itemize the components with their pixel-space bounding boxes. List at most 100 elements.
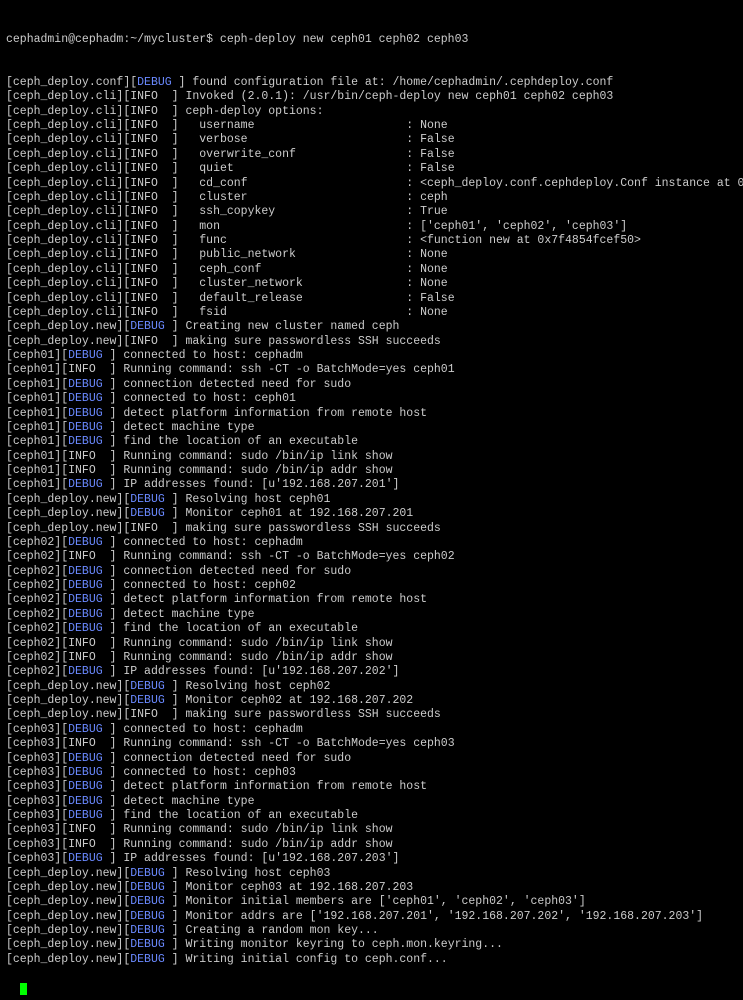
log-line: [ceph_deploy.cli][INFO ] cd_conf : <ceph… (6, 177, 737, 191)
log-level: [INFO ] (123, 292, 178, 305)
log-source: [ceph_deploy.cli] (6, 205, 123, 218)
log-message: func : <function new at 0x7f4854fcef50> (179, 234, 641, 247)
log-message: quiet : False (179, 162, 455, 175)
log-message: Resolving host ceph02 (179, 680, 331, 693)
log-source: [ceph01] (6, 421, 61, 434)
log-message: ceph-deploy options: (179, 105, 324, 118)
log-level: [INFO ] (123, 708, 178, 721)
log-source: [ceph02] (6, 550, 61, 563)
log-message: Writing initial config to ceph.conf... (179, 953, 448, 966)
log-level: [INFO ] (123, 205, 178, 218)
log-line: [ceph01][DEBUG ] detect platform informa… (6, 407, 737, 421)
terminal-output: [ceph_deploy.conf][DEBUG ] found configu… (6, 76, 737, 967)
log-line: [ceph_deploy.cli][INFO ] fsid : None (6, 306, 737, 320)
log-message: Monitor ceph01 at 192.168.207.201 (179, 507, 414, 520)
log-message: Running command: sudo /bin/ip link show (116, 637, 392, 650)
log-level: [DEBUG ] (61, 536, 116, 549)
terminal[interactable]: cephadmin@cephadm:~/mycluster$ ceph-depl… (0, 0, 743, 1000)
log-message: detect platform information from remote … (116, 593, 427, 606)
log-line: [ceph01][DEBUG ] connection detected nee… (6, 378, 737, 392)
log-message: IP addresses found: [u'192.168.207.203'] (116, 852, 399, 865)
log-source: [ceph_deploy.new] (6, 680, 123, 693)
log-source: [ceph02] (6, 622, 61, 635)
log-message: connected to host: ceph02 (116, 579, 295, 592)
log-level: [INFO ] (123, 90, 178, 103)
log-line: [ceph03][DEBUG ] detect platform informa… (6, 780, 737, 794)
log-source: [ceph_deploy.new] (6, 708, 123, 721)
log-level: [DEBUG ] (123, 320, 178, 333)
log-source: [ceph02] (6, 637, 61, 650)
log-message: Running command: ssh -CT -o BatchMode=ye… (116, 737, 454, 750)
log-level: [DEBUG ] (61, 349, 116, 362)
log-source: [ceph_deploy.cli] (6, 234, 123, 247)
log-line: [ceph02][DEBUG ] detect machine type (6, 608, 737, 622)
log-line: [ceph_deploy.new][DEBUG ] Resolving host… (6, 493, 737, 507)
log-level: [DEBUG ] (61, 435, 116, 448)
log-source: [ceph_deploy.new] (6, 938, 123, 951)
log-source: [ceph02] (6, 651, 61, 664)
log-line: [ceph02][DEBUG ] detect platform informa… (6, 593, 737, 607)
log-source: [ceph03] (6, 809, 61, 822)
log-line: [ceph01][INFO ] Running command: sudo /b… (6, 450, 737, 464)
log-level: [DEBUG ] (61, 378, 116, 391)
log-line: [ceph02][DEBUG ] connected to host: ceph… (6, 536, 737, 550)
log-source: [ceph_deploy.cli] (6, 177, 123, 190)
log-source: [ceph02] (6, 536, 61, 549)
log-level: [INFO ] (123, 263, 178, 276)
log-level: [DEBUG ] (61, 852, 116, 865)
log-line: [ceph_deploy.new][DEBUG ] Resolving host… (6, 867, 737, 881)
log-line: [ceph_deploy.cli][INFO ] public_network … (6, 248, 737, 262)
log-line: [ceph02][INFO ] Running command: sudo /b… (6, 637, 737, 651)
log-message: Writing monitor keyring to ceph.mon.keyr… (179, 938, 503, 951)
log-level: [DEBUG ] (123, 867, 178, 880)
log-message: making sure passwordless SSH succeeds (179, 335, 441, 348)
log-line: [ceph03][INFO ] Running command: sudo /b… (6, 838, 737, 852)
log-level: [INFO ] (61, 651, 116, 664)
log-level: [DEBUG ] (61, 593, 116, 606)
log-message: Invoked (2.0.1): /usr/bin/ceph-deploy ne… (179, 90, 614, 103)
log-level: [DEBUG ] (61, 407, 116, 420)
log-source: [ceph03] (6, 737, 61, 750)
log-message: connected to host: cephadm (116, 349, 302, 362)
log-line: [ceph02][DEBUG ] find the location of an… (6, 622, 737, 636)
log-line: [ceph_deploy.new][INFO ] making sure pas… (6, 708, 737, 722)
log-source: [ceph_deploy.cli] (6, 191, 123, 204)
log-line: [ceph_deploy.new][DEBUG ] Monitor ceph02… (6, 694, 737, 708)
log-message: default_release : False (179, 292, 455, 305)
log-message: Running command: sudo /bin/ip addr show (116, 464, 392, 477)
log-level: [DEBUG ] (123, 953, 178, 966)
log-line: [ceph_deploy.new][DEBUG ] Creating a ran… (6, 924, 737, 938)
log-level: [DEBUG ] (123, 910, 178, 923)
log-source: [ceph01] (6, 392, 61, 405)
log-source: [ceph_deploy.cli] (6, 162, 123, 175)
log-source: [ceph_deploy.new] (6, 493, 123, 506)
log-message: Monitor ceph03 at 192.168.207.203 (179, 881, 414, 894)
log-message: Running command: sudo /bin/ip addr show (116, 838, 392, 851)
log-level: [INFO ] (123, 133, 178, 146)
log-line: [ceph_deploy.new][DEBUG ] Creating new c… (6, 320, 737, 334)
log-source: [ceph_deploy.cli] (6, 220, 123, 233)
command-prompt: cephadmin@cephadm:~/mycluster$ ceph-depl… (6, 33, 737, 47)
log-source: [ceph02] (6, 593, 61, 606)
log-message: Running command: sudo /bin/ip link show (116, 823, 392, 836)
log-line: [ceph_deploy.new][DEBUG ] Monitor initia… (6, 895, 737, 909)
log-message: Running command: sudo /bin/ip addr show (116, 651, 392, 664)
log-source: [ceph_deploy.new] (6, 881, 123, 894)
log-level: [INFO ] (61, 737, 116, 750)
log-line: [ceph_deploy.conf][DEBUG ] found configu… (6, 76, 737, 90)
log-line: [ceph_deploy.new][DEBUG ] Resolving host… (6, 680, 737, 694)
log-level: [DEBUG ] (61, 478, 116, 491)
log-level: [DEBUG ] (61, 392, 116, 405)
log-source: [ceph02] (6, 608, 61, 621)
log-message: Running command: sudo /bin/ip link show (116, 450, 392, 463)
log-source: [ceph02] (6, 579, 61, 592)
log-source: [ceph01] (6, 435, 61, 448)
log-line: [ceph03][DEBUG ] connected to host: ceph… (6, 723, 737, 737)
log-source: [ceph01] (6, 363, 61, 376)
log-line: [ceph_deploy.cli][INFO ] ceph-deploy opt… (6, 105, 737, 119)
log-source: [ceph_deploy.new] (6, 694, 123, 707)
log-message: connection detected need for sudo (116, 378, 351, 391)
log-level: [INFO ] (123, 220, 178, 233)
log-line: [ceph_deploy.new][DEBUG ] Writing monito… (6, 938, 737, 952)
log-source: [ceph_deploy.cli] (6, 105, 123, 118)
